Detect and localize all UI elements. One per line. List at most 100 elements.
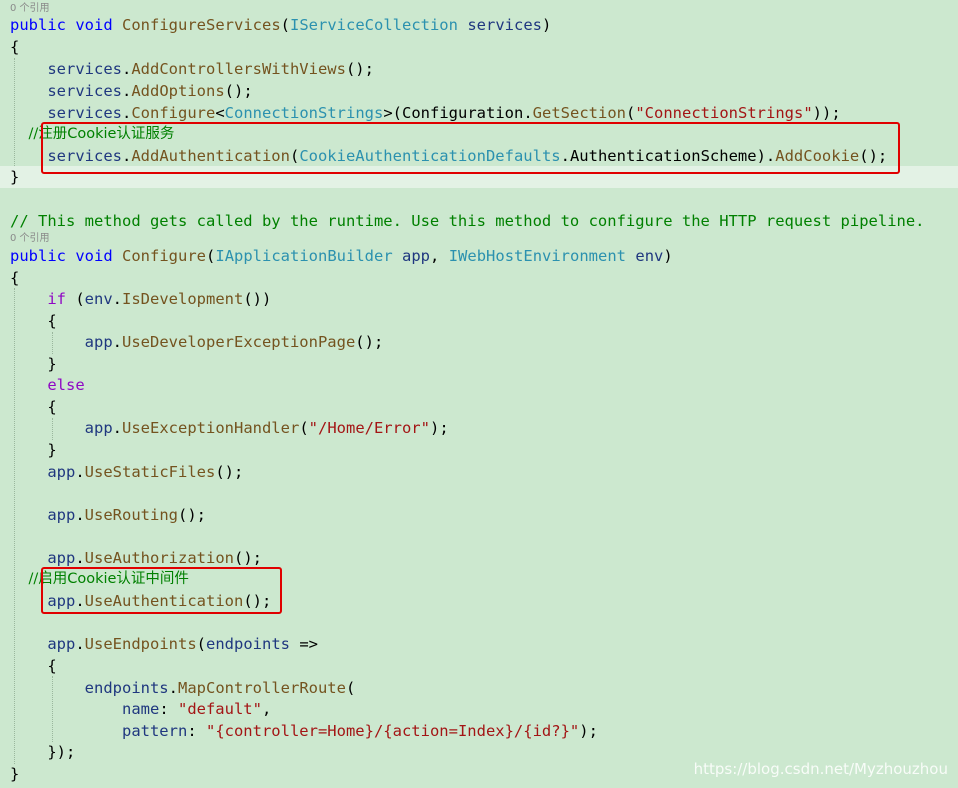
- type-name: ConnectionStrings: [224, 104, 384, 122]
- code-line: services.AddOptions();: [10, 80, 252, 102]
- parameter: services: [467, 16, 542, 34]
- variable: app: [47, 549, 76, 567]
- punctuation: ();: [178, 506, 206, 524]
- punctuation: (: [345, 679, 356, 697]
- string-literal: "ConnectionStrings": [635, 104, 813, 122]
- method-name: UseEndpoints: [84, 635, 197, 653]
- punctuation: :: [187, 722, 206, 740]
- punctuation: .: [75, 635, 85, 653]
- punctuation: <: [215, 104, 225, 122]
- string-literal: "{controller=Home}/{action=Index}/{id?}": [205, 722, 580, 740]
- code-line: public void Configure(IApplicationBuilde…: [10, 245, 673, 267]
- variable: app: [84, 333, 113, 351]
- argument-name: name: [121, 700, 160, 718]
- highlight-box: [41, 567, 282, 614]
- punctuation: }: [47, 355, 57, 373]
- variable: app: [47, 506, 76, 524]
- method-name: UseDeveloperExceptionPage: [122, 333, 356, 351]
- punctuation: (: [196, 635, 206, 653]
- code-line: {: [10, 269, 20, 287]
- punctuation: ();: [233, 549, 262, 567]
- codelens-references[interactable]: 0 个引用: [10, 233, 50, 245]
- keyword: void: [75, 16, 113, 34]
- string-literal: "/Home/Error": [308, 419, 430, 437]
- punctuation: .: [121, 60, 132, 78]
- code-line: name: "default",: [10, 698, 271, 720]
- punctuation: ();: [355, 333, 384, 351]
- punctuation: .: [112, 419, 122, 437]
- variable: endpoints: [84, 679, 169, 697]
- punctuation: (: [66, 290, 85, 308]
- punctuation: .: [75, 549, 85, 567]
- punctuation: ));: [812, 104, 841, 122]
- punctuation: .: [168, 679, 178, 697]
- code-line: services.AddControllersWithViews();: [10, 58, 374, 80]
- method-name: Configure: [131, 104, 216, 122]
- punctuation: {: [47, 657, 57, 675]
- punctuation: .: [75, 463, 85, 481]
- punctuation: ): [541, 16, 552, 34]
- type-name: IWebHostEnvironment: [448, 247, 627, 265]
- method-name: IsDevelopment: [122, 290, 244, 308]
- code-line: }: [10, 439, 57, 461]
- code-line: app.UseStaticFiles();: [10, 461, 243, 483]
- type-name: IApplicationBuilder: [215, 247, 393, 265]
- punctuation: ();: [215, 463, 244, 481]
- method-name: GetSection: [532, 104, 626, 122]
- comment: // This method gets called by the runtim…: [10, 212, 925, 230]
- code-line: {: [10, 310, 56, 332]
- keyword: if: [47, 290, 66, 308]
- code-line: {: [10, 655, 57, 677]
- punctuation: .: [121, 104, 132, 122]
- punctuation: (: [626, 104, 636, 122]
- punctuation: ): [663, 247, 673, 265]
- code-line: services.Configure<ConnectionStrings>(Co…: [10, 102, 841, 124]
- variable: env: [84, 290, 113, 308]
- method-name: AddOptions: [131, 82, 225, 100]
- variable: services: [47, 60, 122, 78]
- code-line: {: [10, 396, 56, 418]
- code-line: public void ConfigureServices(IServiceCo…: [10, 14, 551, 36]
- punctuation: .: [75, 506, 85, 524]
- method-name: ConfigureServices: [122, 16, 281, 34]
- punctuation: (: [280, 16, 290, 34]
- code-line: }: [10, 765, 20, 783]
- punctuation: }: [47, 441, 57, 459]
- method-name: AddControllersWithViews: [131, 60, 346, 78]
- parameter: app: [402, 247, 431, 265]
- highlight-box: [41, 122, 900, 174]
- punctuation: );: [429, 419, 449, 437]
- code-line: endpoints.MapControllerRoute(: [10, 677, 356, 699]
- punctuation: });: [47, 743, 76, 761]
- code-line: {: [10, 38, 20, 56]
- method-name: MapControllerRoute: [178, 679, 346, 697]
- code-line: }: [10, 353, 57, 375]
- keyword: public: [10, 247, 66, 265]
- code-line: app.UseEndpoints(endpoints =>: [10, 633, 318, 655]
- keyword: else: [47, 376, 85, 394]
- punctuation: (: [392, 104, 402, 122]
- punctuation: ();: [345, 60, 374, 78]
- punctuation: :: [159, 700, 178, 718]
- method-name: UseExceptionHandler: [122, 419, 300, 437]
- type-name: IServiceCollection: [290, 16, 458, 34]
- code-line: }: [10, 168, 20, 186]
- punctuation: .: [121, 82, 132, 100]
- variable: app: [84, 419, 113, 437]
- method-name: Configure: [122, 247, 207, 265]
- code-line: app.UseExceptionHandler("/Home/Error");: [10, 417, 449, 439]
- variable: services: [47, 82, 122, 100]
- method-name: UseAuthorization: [84, 549, 234, 567]
- variable: app: [47, 635, 76, 653]
- argument-name: pattern: [121, 722, 188, 740]
- punctuation: (: [206, 247, 216, 265]
- code-editor[interactable]: 0 个引用 public void ConfigureServices(ISer…: [0, 0, 958, 788]
- parameter: env: [635, 247, 664, 265]
- code-line: if (env.IsDevelopment()): [10, 288, 271, 310]
- punctuation: .: [112, 290, 123, 308]
- code-line: app.UseAuthorization();: [10, 547, 262, 569]
- property: Configuration: [402, 104, 524, 122]
- punctuation: ,: [430, 247, 440, 265]
- code-line: app.UseRouting();: [10, 504, 206, 526]
- code-line: });: [10, 741, 75, 763]
